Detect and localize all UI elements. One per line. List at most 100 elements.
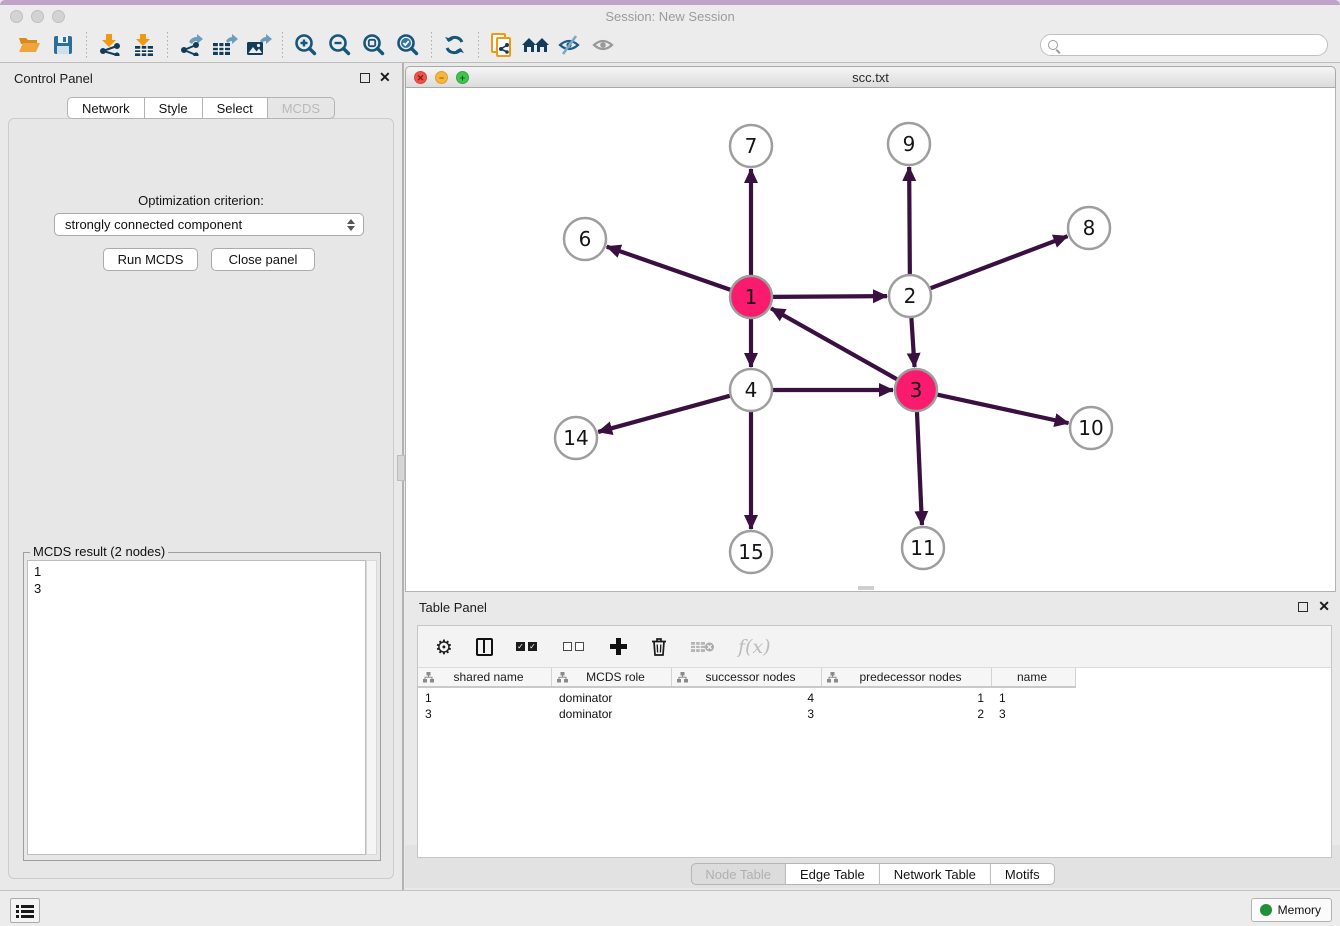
cell-shared-name[interactable]: 3 <box>418 706 552 722</box>
node-label-2: 2 <box>904 284 917 308</box>
node-label-1: 1 <box>745 285 758 309</box>
hide-eye-button[interactable] <box>553 31 587 59</box>
edge-2-3[interactable] <box>911 318 914 367</box>
run-mcds-button[interactable]: Run MCDS <box>103 248 198 271</box>
table-tabs: Node TableEdge TableNetwork TableMotifs <box>690 863 1054 885</box>
mcds-result-text[interactable]: 1 3 <box>27 560 366 855</box>
memory-button[interactable]: Memory <box>1251 898 1332 922</box>
network-window-titlebar[interactable]: ✕ − + scc.txt <box>405 66 1336 88</box>
export-image-button[interactable] <box>242 31 276 59</box>
attribute-icon <box>677 672 688 683</box>
zoom-fit-button[interactable] <box>357 31 391 59</box>
attribute-icon <box>557 672 568 683</box>
table-row[interactable]: 1dominator411 <box>418 690 1331 706</box>
open-session-button[interactable] <box>12 31 46 59</box>
zoom-selected-button[interactable] <box>391 31 425 59</box>
tab-mcds[interactable]: MCDS <box>268 97 335 119</box>
result-scrollbar[interactable] <box>366 560 377 855</box>
table-row[interactable]: 3dominator323 <box>418 706 1331 722</box>
add-column-icon[interactable] <box>610 638 627 655</box>
cell-successor-nodes[interactable]: 4 <box>672 690 822 706</box>
splitter-handle[interactable] <box>397 455 405 481</box>
task-history-button[interactable] <box>10 898 40 923</box>
node-table: ⚙ ✓✓ <box>417 625 1332 858</box>
select-all-icon[interactable]: ✓✓ <box>516 642 540 651</box>
zoom-out-icon <box>328 33 352 57</box>
tab-select[interactable]: Select <box>203 97 268 119</box>
column-header-successor-nodes[interactable]: successor nodes <box>672 668 822 686</box>
cell-mcds-role[interactable]: dominator <box>552 706 672 722</box>
column-header-predecessor-nodes[interactable]: predecessor nodes <box>822 668 992 686</box>
tab-edge-table[interactable]: Edge Table <box>786 863 880 885</box>
close-table-panel-icon[interactable]: ✕ <box>1318 598 1330 615</box>
edge-2-9[interactable] <box>909 167 910 274</box>
tab-network-table[interactable]: Network Table <box>880 863 991 885</box>
homes-button[interactable] <box>519 31 553 59</box>
close-panel-button[interactable]: Close panel <box>211 248 315 271</box>
tab-node-table[interactable]: Node Table <box>690 863 786 885</box>
columns-icon[interactable] <box>476 638 493 656</box>
tab-motifs[interactable]: Motifs <box>991 863 1055 885</box>
edge-4-14[interactable] <box>598 396 730 432</box>
cell-successor-nodes[interactable]: 3 <box>672 706 822 722</box>
network-window-title: scc.txt <box>406 70 1335 85</box>
export-table-icon <box>212 34 238 56</box>
float-panel-icon[interactable] <box>360 73 370 83</box>
tab-style[interactable]: Style <box>145 97 203 119</box>
edge-2-8[interactable] <box>931 236 1068 288</box>
edge-3-11[interactable] <box>917 412 922 525</box>
edge-3-1[interactable] <box>771 308 897 379</box>
export-network-button[interactable] <box>174 31 208 59</box>
import-table-button[interactable] <box>127 31 161 59</box>
column-header-shared-name[interactable]: shared name <box>418 668 552 686</box>
delete-table-icon[interactable] <box>691 639 715 655</box>
window-title: Session: New Session <box>0 9 1340 24</box>
cell-predecessor-nodes[interactable]: 1 <box>822 690 992 706</box>
deselect-all-icon[interactable] <box>563 642 587 651</box>
cell-predecessor-nodes[interactable]: 2 <box>822 706 992 722</box>
memory-label: Memory <box>1278 903 1321 917</box>
edge-1-2[interactable] <box>773 296 887 297</box>
column-header-name[interactable]: name <box>992 668 1076 686</box>
criterion-selected-value: strongly connected component <box>65 217 242 232</box>
refresh-layout-icon <box>443 34 467 56</box>
save-session-button[interactable] <box>46 31 80 59</box>
cell-shared-name[interactable]: 1 <box>418 690 552 706</box>
cell-name[interactable]: 1 <box>992 690 1076 706</box>
control-panel-title: Control Panel <box>14 71 93 86</box>
mcds-panel: Optimization criterion: strongly connect… <box>8 118 394 879</box>
show-eye-button[interactable] <box>587 31 621 59</box>
node-label-8: 8 <box>1083 216 1096 240</box>
refresh-layout-button[interactable] <box>438 31 472 59</box>
delete-column-icon[interactable] <box>650 637 668 657</box>
control-panel-tabs: NetworkStyleSelectMCDS <box>67 97 335 119</box>
tab-network[interactable]: Network <box>67 97 145 119</box>
export-table-button[interactable] <box>208 31 242 59</box>
search-input[interactable] <box>1040 34 1328 56</box>
hide-eye-icon <box>558 34 582 56</box>
open-session-icon <box>17 35 41 55</box>
column-label: MCDS role <box>568 670 671 684</box>
mcds-result-group: MCDS result (2 nodes) 1 3 <box>23 552 381 861</box>
attribute-icon <box>423 672 434 683</box>
function-builder-icon[interactable]: f(x) <box>738 636 771 658</box>
close-panel-icon[interactable]: ✕ <box>379 69 391 86</box>
gear-icon[interactable]: ⚙ <box>435 635 453 659</box>
toolbar-separator <box>167 32 168 58</box>
zoom-in-button[interactable] <box>289 31 323 59</box>
control-panel: Control Panel ✕ NetworkStyleSelectMCDS O… <box>0 63 402 890</box>
select-stepper-icon <box>345 216 357 234</box>
import-network-button[interactable] <box>93 31 127 59</box>
column-header-mcds-role[interactable]: MCDS role <box>552 668 672 686</box>
table-rows: 1dominator4113dominator323 <box>418 690 1331 722</box>
edge-1-6[interactable] <box>607 247 731 290</box>
duplicate-network-button[interactable] <box>485 31 519 59</box>
cell-mcds-role[interactable]: dominator <box>552 690 672 706</box>
cell-name[interactable]: 3 <box>992 706 1076 722</box>
criterion-select[interactable]: strongly connected component <box>54 213 364 236</box>
network-canvas[interactable]: 7968124314101511 <box>405 88 1336 592</box>
float-table-panel-icon[interactable] <box>1298 602 1308 612</box>
edge-3-10[interactable] <box>937 395 1068 423</box>
canvas-resize-handle[interactable] <box>858 586 874 590</box>
zoom-out-button[interactable] <box>323 31 357 59</box>
